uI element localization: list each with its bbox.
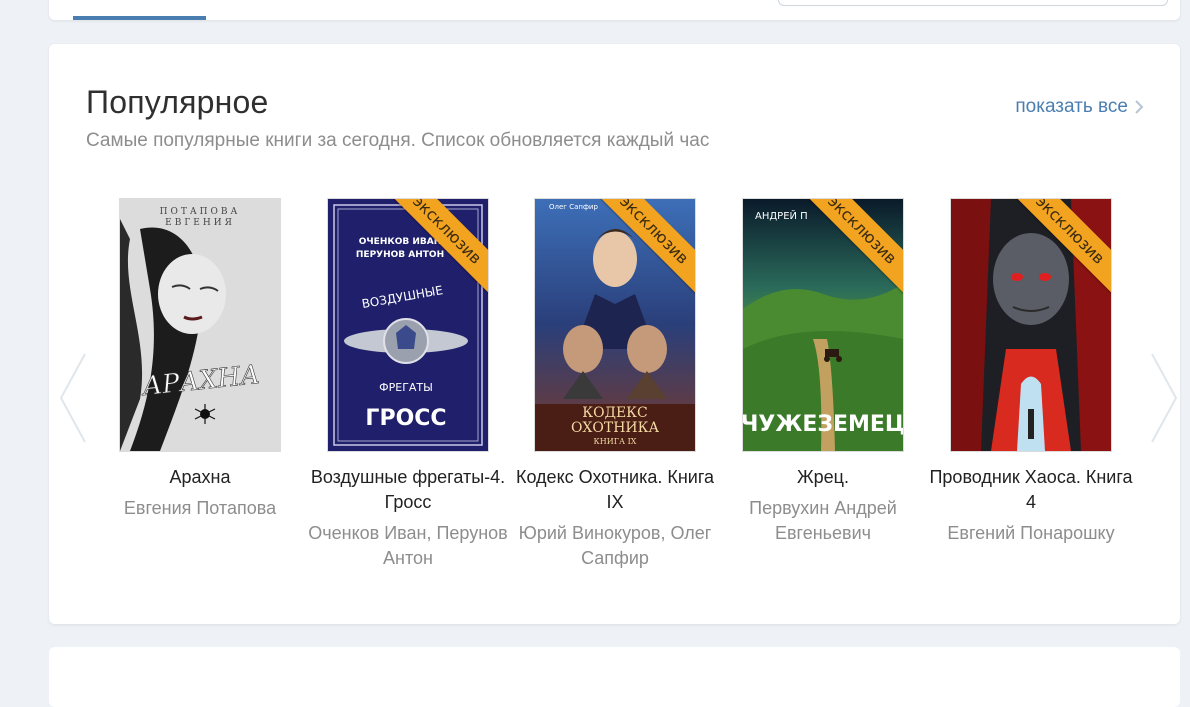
popular-section: Популярное Самые популярные книги за сег… xyxy=(49,44,1180,624)
svg-text:Олег Сапфир: Олег Сапфир xyxy=(549,203,598,211)
book-title[interactable]: Воздушные фрегаты-4. Гросс xyxy=(303,465,513,515)
svg-text:ЕВГЕНИЯ: ЕВГЕНИЯ xyxy=(165,218,235,228)
show-all-label[interactable]: показать все xyxy=(1015,96,1128,118)
book-cover[interactable]: эксклюзив xyxy=(950,198,1112,452)
cover-art: Олег Сапфир КОДЕКС ОХОТНИКА КНИГА IX xyxy=(535,199,695,451)
book-cover[interactable]: АНДРЕЙ П ЧУЖЕЗЕМЕЦ эксклюзив xyxy=(742,198,904,452)
top-panel xyxy=(49,0,1180,20)
next-section-panel xyxy=(49,647,1180,707)
svg-text:КНИГА IX: КНИГА IX xyxy=(594,437,637,446)
svg-text:КОДЕКС: КОДЕКС xyxy=(582,405,647,421)
book-author[interactable]: Евгений Понарошку xyxy=(926,521,1136,546)
svg-text:ГРОСС: ГРОСС xyxy=(365,406,446,431)
section-subtitle: Самые популярные книги за сегодня. Списо… xyxy=(86,130,710,151)
book-author[interactable]: Первухин Андрей Евгеньевич xyxy=(718,496,928,546)
book-card[interactable]: ПОТАПОВА ЕВГЕНИЯ АРАХНА Арахна Евгения П… xyxy=(85,198,315,521)
book-card[interactable]: ОЧЕНКОВ ИВАН ПЕРУНОВ АНТОН ВОЗДУШНЫЕ ФРЕ… xyxy=(293,198,523,571)
book-card[interactable]: Олег Сапфир КОДЕКС ОХОТНИКА КНИГА IX экс… xyxy=(500,198,730,571)
svg-text:ПЕРУНОВ АНТОН: ПЕРУНОВ АНТОН xyxy=(356,250,444,260)
svg-text:ОЧЕНКОВ ИВАН: ОЧЕНКОВ ИВАН xyxy=(359,237,442,247)
svg-text:ОХОТНИКА: ОХОТНИКА xyxy=(571,420,660,436)
book-author[interactable]: Юрий Винокуров, Олег Сапфир xyxy=(510,521,720,571)
cover-art: ОЧЕНКОВ ИВАН ПЕРУНОВ АНТОН ВОЗДУШНЫЕ ФРЕ… xyxy=(328,199,488,451)
section-title: Популярное xyxy=(86,84,269,120)
cover-art: ПОТАПОВА ЕВГЕНИЯ АРАХНА xyxy=(120,199,280,451)
carousel-next-button[interactable] xyxy=(1148,352,1180,444)
book-author[interactable]: Евгения Потапова xyxy=(95,496,305,521)
book-title[interactable]: Кодекс Охотника. Книга IX xyxy=(510,465,720,515)
chevron-right-icon xyxy=(1151,353,1178,443)
book-card[interactable]: эксклюзив Проводник Хаоса. Книга 4 Евген… xyxy=(916,198,1146,546)
book-title[interactable]: Проводник Хаоса. Книга 4 xyxy=(926,465,1136,515)
active-tab-indicator xyxy=(73,16,206,20)
book-cover[interactable]: Олег Сапфир КОДЕКС ОХОТНИКА КНИГА IX экс… xyxy=(534,198,696,452)
book-cover[interactable]: ПОТАПОВА ЕВГЕНИЯ АРАХНА xyxy=(119,198,281,452)
show-all-link[interactable]: показать все xyxy=(1015,96,1144,118)
svg-text:ПОТАПОВА: ПОТАПОВА xyxy=(160,207,241,217)
book-card[interactable]: АНДРЕЙ П ЧУЖЕЗЕМЕЦ эксклюзив Жрец. Перву… xyxy=(708,198,938,546)
book-cover[interactable]: ОЧЕНКОВ ИВАН ПЕРУНОВ АНТОН ВОЗДУШНЫЕ ФРЕ… xyxy=(327,198,489,452)
svg-text:АНДРЕЙ П: АНДРЕЙ П xyxy=(755,209,808,222)
chevron-right-icon xyxy=(1135,100,1144,114)
book-title[interactable]: Жрец. xyxy=(718,465,928,490)
svg-text:ФРЕГАТЫ: ФРЕГАТЫ xyxy=(379,381,433,394)
cover-art xyxy=(951,199,1111,451)
book-author[interactable]: Оченков Иван, Перунов Антон xyxy=(303,521,513,571)
svg-text:ЧУЖЕЗЕМЕЦ: ЧУЖЕЗЕМЕЦ xyxy=(743,412,903,437)
book-title[interactable]: Арахна xyxy=(95,465,305,490)
search-input[interactable] xyxy=(778,0,1168,6)
cover-art: АНДРЕЙ П ЧУЖЕЗЕМЕЦ xyxy=(743,199,903,451)
